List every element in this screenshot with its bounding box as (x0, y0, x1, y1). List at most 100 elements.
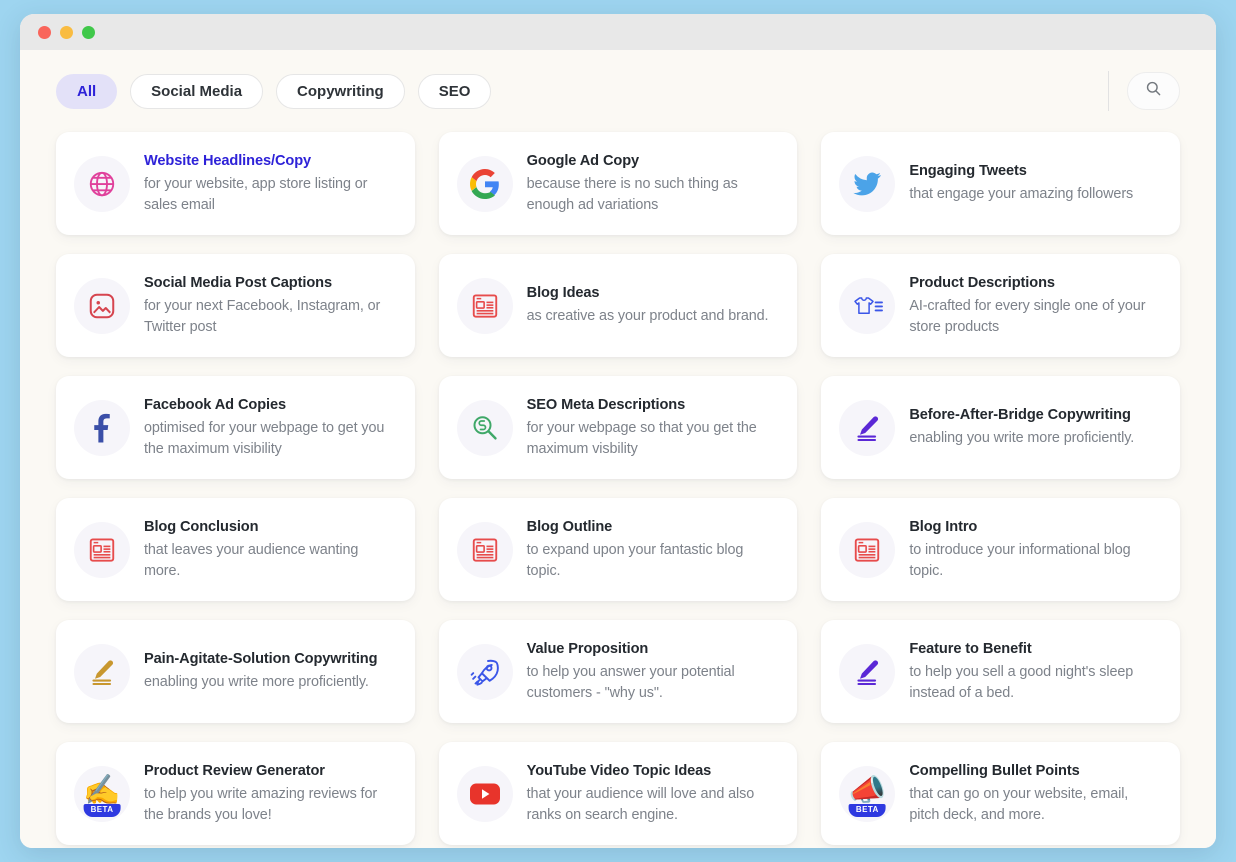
megaphone-icon: 📣 (848, 773, 886, 807)
card-text-block: Facebook Ad Copies optimised for your web… (144, 396, 397, 459)
card-description: enabling you write more proficiently. (909, 430, 1135, 447)
tool-card[interactable]: Before-After-Bridge Copywriting enabling … (821, 376, 1180, 479)
card-icon-wrapper: 📣 BETA (839, 765, 896, 822)
card-description: for your webpage so that you get the max… (526, 420, 757, 457)
card-description: enabling you write more proficiently. (144, 674, 369, 691)
card-description: to expand upon your fantastic blog topic… (526, 542, 744, 579)
beta-badge: BETA (848, 803, 886, 817)
tool-card[interactable]: Blog Conclusion that leaves your audience… (56, 498, 415, 601)
facebook-logo-icon (87, 413, 117, 443)
tool-card[interactable]: Pain-Agitate-Solution Copywriting enablin… (56, 620, 415, 723)
card-title: Pain-Agitate-Solution Copywriting (144, 651, 378, 668)
card-title: Blog Outline (526, 518, 613, 535)
card-description: that engage your amazing followers (909, 186, 1134, 203)
google-logo-icon (469, 168, 500, 199)
card-icon-wrapper (456, 521, 513, 578)
search-button[interactable] (1127, 72, 1180, 110)
newspaper-icon (470, 291, 500, 321)
template-card-grid: Website Headlines/Copy for your website, … (44, 132, 1192, 845)
tshirt-list-icon (850, 291, 884, 321)
rocket-icon (470, 657, 500, 687)
tool-card[interactable]: Engaging Tweets that engage your amazing … (821, 132, 1180, 235)
tool-card[interactable]: Value Proposition to help you answer your… (438, 620, 798, 723)
card-title: Social Media Post Captions (144, 274, 332, 291)
beta-badge: BETA (83, 803, 121, 817)
card-title: Engaging Tweets (909, 163, 1027, 180)
globe-icon (87, 169, 117, 199)
card-title: Blog Conclusion (144, 518, 259, 535)
card-description: that can go on your website, email, pitc… (909, 786, 1129, 823)
toolbar-divider (1108, 71, 1109, 111)
card-title: YouTube Video Topic Ideas (526, 762, 712, 779)
card-title: Before-After-Bridge Copywriting (909, 407, 1131, 424)
card-title: Blog Intro (909, 518, 978, 535)
card-title: Blog Ideas (526, 285, 600, 302)
card-text-block: Value Proposition to help you answer your… (527, 640, 780, 703)
minimize-window-button[interactable] (60, 25, 73, 39)
card-text-block: Blog Ideas as creative as your product an… (527, 284, 769, 327)
card-text-block: Compelling Bullet Points that can go on y… (909, 762, 1162, 825)
tool-card[interactable]: Blog Intro to introduce your informationa… (821, 498, 1180, 601)
maximize-window-button[interactable] (82, 25, 95, 39)
tool-card[interactable]: Blog Ideas as creative as your product an… (438, 254, 798, 357)
writing-hand-icon: ✍️ (83, 773, 121, 807)
card-text-block: Google Ad Copy because there is no such t… (527, 152, 780, 215)
card-icon-wrapper (839, 277, 896, 334)
filter-pill-social-media[interactable]: Social Media (130, 73, 264, 109)
search-icon (1145, 80, 1162, 102)
toolbar: All Social Media Copywriting SEO (44, 50, 1192, 132)
card-icon-wrapper (456, 643, 513, 700)
card-description: for your next Facebook, Instagram, or Tw… (144, 298, 381, 335)
tool-card[interactable]: Feature to Benefit to help you sell a goo… (821, 620, 1180, 723)
card-text-block: Before-After-Bridge Copywriting enabling … (909, 406, 1134, 449)
tool-card[interactable]: SEO Meta Descriptions for your webpage so… (438, 376, 798, 479)
card-text-block: Product Review Generator to help you writ… (144, 762, 397, 825)
card-description: AI-crafted for every single one of your … (909, 298, 1146, 335)
card-icon-wrapper (456, 765, 513, 822)
window-titlebar (20, 14, 1216, 50)
tool-card[interactable]: Social Media Post Captions for your next … (56, 254, 415, 357)
tool-card[interactable]: YouTube Video Topic Ideas that your audie… (438, 742, 798, 845)
app-window: All Social Media Copywriting SEO Website… (20, 14, 1216, 848)
card-title: Website Headlines/Copy (144, 152, 312, 169)
card-text-block: Product Descriptions AI-crafted for every… (909, 274, 1162, 337)
card-description: that leaves your audience wanting more. (144, 542, 359, 579)
card-description: to help you sell a good night's sleep in… (909, 664, 1134, 701)
close-window-button[interactable] (38, 25, 51, 39)
card-text-block: Blog Conclusion that leaves your audience… (144, 518, 397, 581)
card-icon-wrapper (839, 155, 896, 212)
card-icon-wrapper (839, 521, 896, 578)
tool-card[interactable]: Google Ad Copy because there is no such t… (438, 132, 798, 235)
card-icon-wrapper (74, 155, 130, 212)
card-icon-wrapper (456, 399, 513, 456)
card-title: Product Descriptions (909, 274, 1055, 291)
pen-edit-icon (851, 657, 883, 687)
card-text-block: Blog Intro to introduce your informationa… (909, 518, 1162, 581)
card-title: Value Proposition (526, 640, 649, 657)
tool-card[interactable]: Website Headlines/Copy for your website, … (56, 132, 415, 235)
card-icon-wrapper (456, 277, 513, 334)
card-text-block: YouTube Video Topic Ideas that your audie… (527, 762, 780, 825)
tool-card[interactable]: Facebook Ad Copies optimised for your web… (56, 376, 415, 479)
card-text-block: Blog Outline to expand upon your fantasti… (527, 518, 780, 581)
card-text-block: Feature to Benefit to help you sell a goo… (909, 640, 1162, 703)
seo-magnifier-icon (470, 413, 500, 443)
card-description: because there is no such thing as enough… (526, 176, 738, 213)
tool-card[interactable]: 📣 BETA Compelling Bullet Points that can go… (821, 742, 1180, 845)
tool-card[interactable]: ✍️ BETA Product Review Generator to help yo… (56, 742, 415, 845)
tool-card[interactable]: Product Descriptions AI-crafted for every… (821, 254, 1180, 357)
card-text-block: SEO Meta Descriptions for your webpage so… (527, 396, 780, 459)
card-text-block: Website Headlines/Copy for your website, … (144, 152, 397, 215)
tool-card[interactable]: Blog Outline to expand upon your fantasti… (438, 498, 798, 601)
card-icon-wrapper (74, 399, 130, 456)
filter-pill-group: All Social Media Copywriting SEO (56, 73, 492, 109)
pen-edit-icon (86, 657, 118, 687)
filter-pill-seo[interactable]: SEO (417, 73, 492, 109)
card-title: SEO Meta Descriptions (526, 396, 686, 413)
newspaper-icon (470, 535, 500, 565)
filter-pill-copywriting[interactable]: Copywriting (276, 73, 405, 109)
card-text-block: Social Media Post Captions for your next … (144, 274, 397, 337)
filter-pill-all[interactable]: All (56, 73, 118, 109)
card-title: Product Review Generator (144, 762, 325, 779)
card-description: that your audience will love and also ra… (526, 786, 755, 823)
